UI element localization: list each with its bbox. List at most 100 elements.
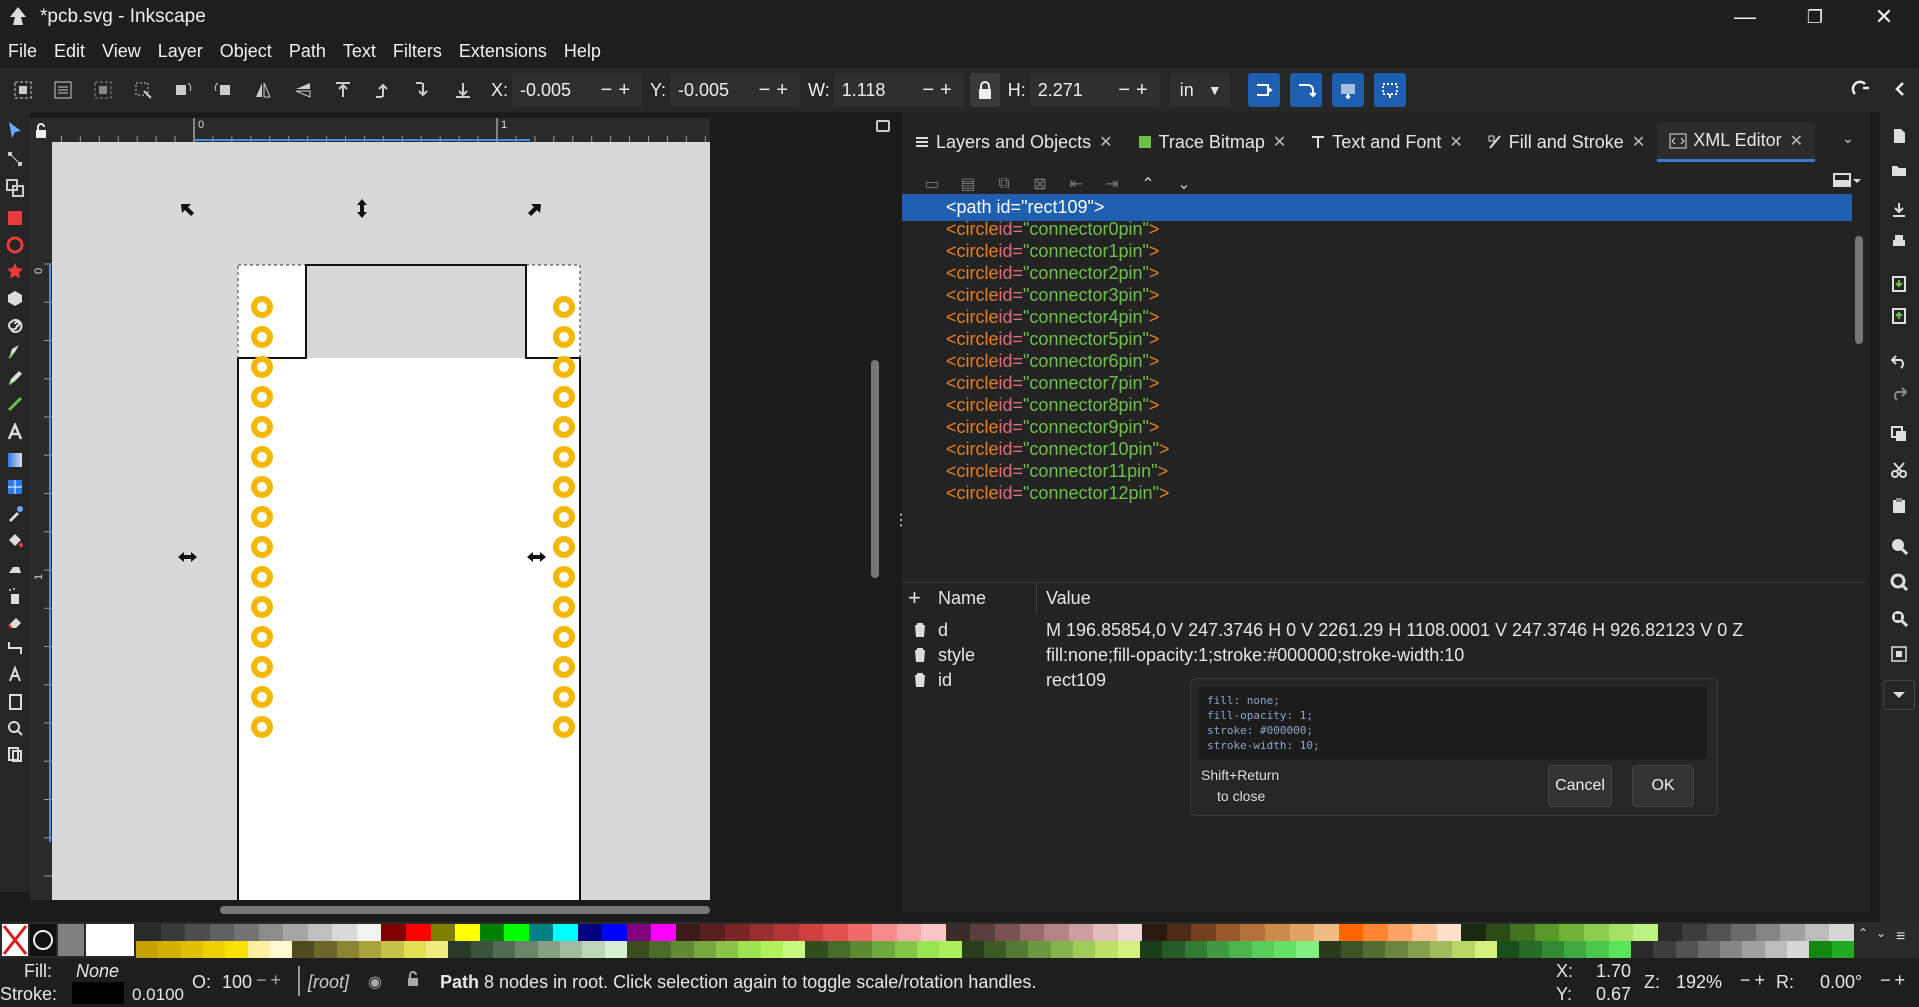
palette-swatch[interactable] — [693, 941, 717, 958]
palette-swatch[interactable] — [760, 941, 784, 958]
rectangle-tool-icon[interactable] — [3, 206, 27, 230]
x-stepper[interactable]: −+ — [601, 79, 636, 102]
palette-swatch[interactable] — [716, 941, 739, 958]
palette-swatch[interactable] — [381, 941, 405, 958]
palette-swatch[interactable] — [725, 924, 751, 941]
lock-proportions-button[interactable] — [969, 73, 1000, 107]
trash-icon[interactable] — [912, 671, 928, 689]
menu-edit[interactable]: Edit — [54, 41, 85, 62]
palette-swatch[interactable] — [896, 924, 922, 941]
palette-swatch[interactable] — [1633, 924, 1659, 941]
palette-swatch[interactable] — [1093, 924, 1119, 941]
more-commands-icon[interactable] — [1883, 680, 1915, 710]
palette-swatch[interactable] — [1289, 924, 1315, 941]
palette-swatch[interactable] — [798, 924, 824, 941]
zoom-selection-icon[interactable] — [1887, 534, 1911, 558]
scale-stroke-button[interactable] — [1247, 73, 1280, 107]
palette-swatch[interactable] — [602, 924, 628, 941]
palette-swatch[interactable] — [1028, 941, 1052, 958]
tree-scrollbar[interactable] — [1855, 236, 1863, 344]
palette-swatch[interactable] — [455, 924, 481, 941]
vertical-ruler[interactable]: 0 1 — [30, 142, 52, 900]
palette-scroll-up-icon[interactable]: ⌃ — [1858, 926, 1868, 940]
palette-swatch[interactable] — [1206, 941, 1230, 958]
pen-tool-icon[interactable] — [3, 340, 27, 364]
tab-xml-editor[interactable]: XML Editor ✕ — [1657, 122, 1816, 162]
zoom-page-icon[interactable] — [1887, 606, 1911, 630]
tab-close-icon[interactable]: ✕ — [1790, 131, 1803, 151]
palette-swatch[interactable] — [515, 941, 539, 958]
canvas-vertical-scrollbar[interactable] — [871, 360, 879, 578]
value-editor-textarea[interactable]: fill: none; fill-opacity: 1; stroke: #00… — [1199, 687, 1707, 759]
scale-corners-button[interactable] — [1289, 73, 1322, 107]
palette-swatch[interactable] — [783, 941, 806, 958]
palette-swatch[interactable] — [1251, 941, 1275, 958]
fill-indicator[interactable]: None — [76, 961, 119, 982]
pcb-drawing[interactable] — [52, 142, 710, 900]
undo-icon[interactable] — [1887, 348, 1911, 372]
palette-swatch[interactable] — [1474, 941, 1498, 958]
unset-swatch[interactable] — [30, 924, 56, 956]
palette-swatch[interactable] — [921, 924, 947, 941]
menu-view[interactable]: View — [102, 41, 141, 62]
palette-swatch[interactable] — [1050, 941, 1074, 958]
flip-vertical-icon[interactable] — [288, 75, 318, 105]
palette-swatch[interactable] — [823, 924, 849, 941]
palette-swatch[interactable] — [1191, 924, 1217, 941]
palette-swatch[interactable] — [805, 941, 829, 958]
text-tool-icon[interactable] — [3, 420, 27, 444]
palette-swatch[interactable] — [1095, 941, 1119, 958]
palette-swatch[interactable] — [1510, 924, 1536, 941]
print-icon[interactable] — [1887, 230, 1911, 254]
new-document-icon[interactable] — [1887, 124, 1911, 148]
palette-swatch[interactable] — [604, 941, 628, 958]
trash-icon[interactable] — [912, 646, 928, 664]
palette-swatch[interactable] — [1264, 924, 1290, 941]
palette-swatch[interactable] — [626, 941, 650, 958]
palette-swatch[interactable] — [1117, 924, 1143, 941]
palette-swatch[interactable] — [1340, 941, 1364, 958]
palette-swatch[interactable] — [405, 924, 431, 941]
x-field[interactable]: -0.005 −+ — [512, 73, 643, 107]
minimize-button[interactable]: — — [1710, 0, 1780, 34]
palette-swatch[interactable] — [1780, 924, 1806, 941]
gradient-tool-icon[interactable] — [3, 448, 27, 472]
node-tool-icon[interactable] — [3, 148, 27, 172]
palette-swatch[interactable] — [160, 924, 186, 941]
palette-swatch[interactable] — [1534, 924, 1560, 941]
palette-swatch[interactable] — [774, 924, 800, 941]
palette-swatch[interactable] — [448, 941, 472, 958]
palette-swatch[interactable] — [1559, 924, 1585, 941]
palette-swatch[interactable] — [180, 941, 204, 958]
palette-swatch[interactable] — [1215, 924, 1241, 941]
display-mode-icon[interactable] — [876, 120, 890, 132]
palette-swatch[interactable] — [1787, 941, 1810, 958]
palette-swatch[interactable] — [849, 941, 873, 958]
tabs-overflow-chevron-icon[interactable]: ⌄ — [1842, 130, 1854, 147]
pencil-tool-icon[interactable] — [3, 366, 27, 390]
palette-swatch[interactable] — [1541, 941, 1565, 958]
palette-swatch[interactable] — [1452, 941, 1476, 958]
palette-swatch[interactable] — [675, 924, 701, 941]
palette-swatch[interactable] — [1731, 924, 1757, 941]
measure-tool-icon[interactable] — [3, 742, 27, 766]
rotate-stepper[interactable]: −+ — [1880, 970, 1909, 991]
palette-swatch[interactable] — [283, 924, 309, 941]
spray-tool-icon[interactable] — [3, 584, 27, 608]
select-all-layers-icon[interactable] — [48, 75, 78, 105]
palette-swatch[interactable] — [202, 941, 226, 958]
tab-close-icon[interactable]: ✕ — [1273, 132, 1286, 152]
palette-swatch[interactable] — [1608, 941, 1632, 958]
paste-icon[interactable] — [1887, 494, 1911, 518]
lower-to-bottom-icon[interactable] — [448, 75, 478, 105]
palette-swatch[interactable] — [209, 924, 235, 941]
palette-swatch[interactable] — [1608, 924, 1634, 941]
palette-swatch[interactable] — [225, 941, 249, 958]
cut-icon[interactable] — [1887, 458, 1911, 482]
palette-swatch[interactable] — [1675, 941, 1699, 958]
palette-swatch[interactable] — [872, 924, 898, 941]
menu-layer[interactable]: Layer — [158, 41, 203, 62]
palette-swatch[interactable] — [671, 941, 695, 958]
palette-swatch[interactable] — [314, 941, 338, 958]
palette-swatch[interactable] — [1044, 924, 1070, 941]
